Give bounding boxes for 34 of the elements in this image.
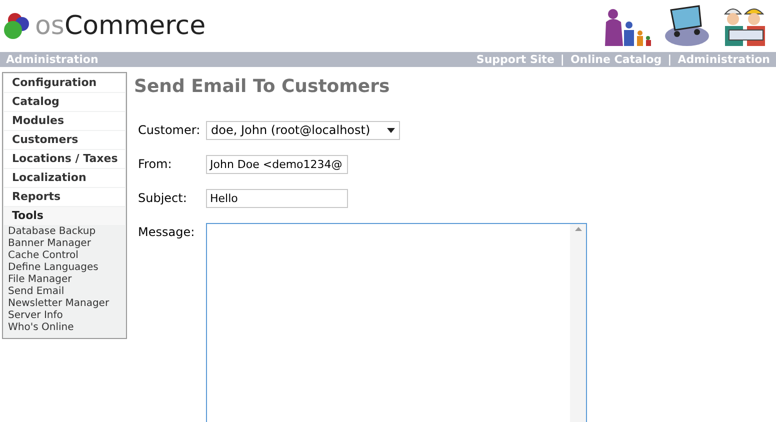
sidebar-link[interactable]: Banner Manager xyxy=(8,238,121,250)
separator: | xyxy=(560,54,564,65)
family-drawing xyxy=(603,8,653,48)
message-field[interactable] xyxy=(206,223,587,422)
sidebar-section[interactable]: Catalog xyxy=(4,93,125,111)
separator: | xyxy=(668,54,672,65)
caret-icon xyxy=(387,128,395,133)
field-label: From: xyxy=(138,156,173,173)
sidebar-section[interactable]: Localization xyxy=(4,169,125,187)
sidebar-link[interactable]: Cache Control xyxy=(8,250,121,262)
sidebar-section[interactable]: Configuration xyxy=(4,74,125,92)
customer-select[interactable]: doe, John (root@localhost) xyxy=(206,121,400,140)
text-field[interactable]: Hello xyxy=(206,189,348,208)
sidebar-link[interactable]: Send Email xyxy=(8,286,121,298)
logo-text: osCommerce xyxy=(35,13,206,39)
sidebar-link[interactable]: File Manager xyxy=(8,274,121,286)
sidebar-link[interactable]: Who's Online xyxy=(8,322,121,334)
sidebar-section[interactable]: Modules xyxy=(4,112,125,130)
shopping-cart-drawing xyxy=(663,4,711,48)
field-label: Subject: xyxy=(138,190,188,207)
sidebar-link[interactable]: Define Languages xyxy=(8,262,121,274)
sidebar-link[interactable]: Database Backup xyxy=(8,226,121,238)
sidebar-link[interactable]: Server Info xyxy=(8,310,121,322)
field-label: Customer: xyxy=(138,122,202,139)
sidebar-section[interactable]: Locations / Taxes xyxy=(4,150,125,168)
sidebar-section[interactable]: Customers xyxy=(4,131,125,149)
top-bar-title: Administration xyxy=(6,54,98,65)
page-title: Send Email To Customers xyxy=(134,78,391,96)
text-field[interactable]: John Doe <demo1234@ xyxy=(206,155,348,174)
scroll-up-icon[interactable] xyxy=(574,227,582,231)
field-label: Message: xyxy=(138,224,196,241)
sidebar-section[interactable]: Reports xyxy=(4,188,125,206)
sidebar-section[interactable]: Tools xyxy=(4,207,125,225)
sidebar-link[interactable]: Newsletter Manager xyxy=(8,298,121,310)
